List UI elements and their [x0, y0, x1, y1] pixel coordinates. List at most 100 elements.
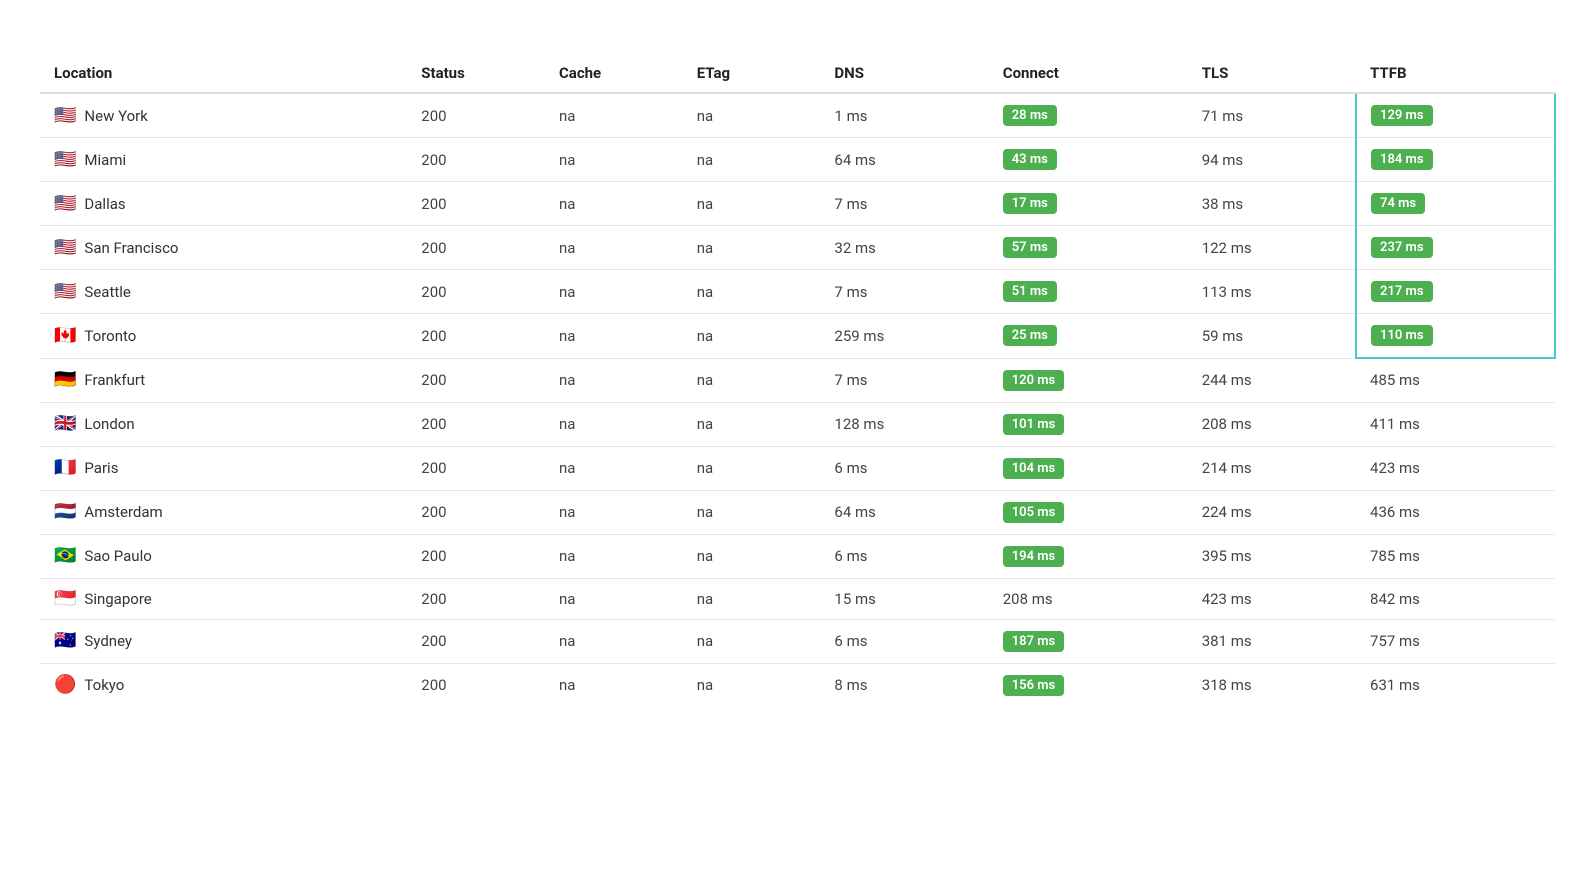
cache-cell: na [545, 182, 683, 226]
location-cell: 🇳🇱Amsterdam [40, 490, 407, 534]
dns-cell: 6 ms [820, 534, 988, 578]
tls-cell: 71 ms [1188, 93, 1356, 138]
connect-cell: 208 ms [989, 578, 1188, 619]
ttfb-cell: 184 ms [1356, 138, 1555, 182]
table-row: 🇺🇸Dallas200nana7 ms17 ms38 ms74 ms [40, 182, 1555, 226]
etag-cell: na [683, 663, 821, 707]
connect-badge: 43 ms [1003, 149, 1057, 170]
location-cell: 🇺🇸Seattle [40, 270, 407, 314]
etag-cell: na [683, 270, 821, 314]
ttfb-cell: 129 ms [1356, 93, 1555, 138]
ttfb-badge: 129 ms [1371, 105, 1433, 126]
status-cell: 200 [407, 619, 545, 663]
flag-icon: 🇨🇦 [54, 327, 76, 345]
column-header-cache: Cache [545, 54, 683, 93]
etag-cell: na [683, 226, 821, 270]
status-cell: 200 [407, 490, 545, 534]
connect-cell: 51 ms [989, 270, 1188, 314]
dns-cell: 7 ms [820, 270, 988, 314]
location-cell: 🇺🇸New York [40, 93, 407, 138]
location-name: Sydney [84, 632, 132, 650]
tls-cell: 208 ms [1188, 402, 1356, 446]
ttfb-badge: 237 ms [1371, 237, 1433, 258]
flag-icon: 🇫🇷 [54, 459, 76, 477]
ttfb-cell: 757 ms [1356, 619, 1555, 663]
connect-cell: 17 ms [989, 182, 1188, 226]
etag-cell: na [683, 490, 821, 534]
tls-cell: 395 ms [1188, 534, 1356, 578]
ttfb-cell: 485 ms [1356, 358, 1555, 402]
dns-cell: 6 ms [820, 619, 988, 663]
flag-icon: 🇩🇪 [54, 371, 76, 389]
flag-icon: 🇳🇱 [54, 503, 76, 521]
connect-badge: 101 ms [1003, 414, 1065, 435]
connect-badge: 57 ms [1003, 237, 1057, 258]
status-cell: 200 [407, 663, 545, 707]
ttfb-cell: 411 ms [1356, 402, 1555, 446]
location-name: Sao Paulo [84, 547, 151, 565]
table-row: 🇺🇸New York200nana1 ms28 ms71 ms129 ms [40, 93, 1555, 138]
location-name: Toronto [84, 327, 136, 345]
tls-cell: 94 ms [1188, 138, 1356, 182]
status-cell: 200 [407, 358, 545, 402]
location-name: Frankfurt [84, 371, 145, 389]
dns-cell: 128 ms [820, 402, 988, 446]
cache-cell: na [545, 358, 683, 402]
dns-cell: 6 ms [820, 446, 988, 490]
connect-cell: 105 ms [989, 490, 1188, 534]
table-header-row: LocationStatusCacheETagDNSConnectTLSTTFB [40, 54, 1555, 93]
dns-cell: 259 ms [820, 314, 988, 359]
cache-cell: na [545, 226, 683, 270]
tls-cell: 59 ms [1188, 314, 1356, 359]
dns-cell: 7 ms [820, 358, 988, 402]
ttfb-cell: 74 ms [1356, 182, 1555, 226]
flag-icon: 🇺🇸 [54, 107, 76, 125]
cache-cell: na [545, 663, 683, 707]
column-header-tls: TLS [1188, 54, 1356, 93]
etag-cell: na [683, 619, 821, 663]
location-cell: 🇫🇷Paris [40, 446, 407, 490]
location-name: San Francisco [84, 239, 178, 257]
location-cell: 🇦🇺 Sydney [40, 619, 407, 663]
table-row: 🇺🇸San Francisco200nana32 ms57 ms122 ms23… [40, 226, 1555, 270]
connect-cell: 187 ms [989, 619, 1188, 663]
location-cell: 🇨🇦 Toronto [40, 314, 407, 359]
connect-badge: 51 ms [1003, 281, 1057, 302]
tls-cell: 122 ms [1188, 226, 1356, 270]
ttfb-badge: 184 ms [1371, 149, 1433, 170]
flag-icon: 🇺🇸 [54, 239, 76, 257]
dns-cell: 7 ms [820, 182, 988, 226]
connect-cell: 194 ms [989, 534, 1188, 578]
dns-cell: 8 ms [820, 663, 988, 707]
etag-cell: na [683, 138, 821, 182]
flag-icon: 🇦🇺 [54, 632, 76, 650]
location-cell: 🇩🇪 Frankfurt [40, 358, 407, 402]
ttfb-cell: 423 ms [1356, 446, 1555, 490]
dns-cell: 1 ms [820, 93, 988, 138]
location-name: Miami [84, 151, 126, 169]
ttfb-cell: 110 ms [1356, 314, 1555, 359]
table-row: 🇫🇷Paris200nana6 ms104 ms214 ms423 ms [40, 446, 1555, 490]
table-row: 🇩🇪Frankfurt200nana7 ms120 ms244 ms485 ms [40, 358, 1555, 402]
table-row: 🇨🇦Toronto200nana259 ms25 ms59 ms110 ms [40, 314, 1555, 359]
cache-cell: na [545, 270, 683, 314]
etag-cell: na [683, 93, 821, 138]
status-cell: 200 [407, 138, 545, 182]
table-row: 🇦🇺Sydney200nana6 ms187 ms381 ms757 ms [40, 619, 1555, 663]
tls-cell: 318 ms [1188, 663, 1356, 707]
dns-cell: 64 ms [820, 138, 988, 182]
cache-cell: na [545, 446, 683, 490]
status-cell: 200 [407, 402, 545, 446]
status-cell: 200 [407, 226, 545, 270]
column-header-connect: Connect [989, 54, 1188, 93]
connect-badge: 187 ms [1003, 631, 1065, 652]
ttfb-cell: 237 ms [1356, 226, 1555, 270]
tls-cell: 214 ms [1188, 446, 1356, 490]
table-row: 🇧🇷Sao Paulo200nana6 ms194 ms395 ms785 ms [40, 534, 1555, 578]
ttfb-badge: 110 ms [1371, 325, 1433, 346]
location-name: Singapore [84, 590, 151, 608]
location-name: Seattle [84, 283, 130, 301]
location-name: Dallas [84, 195, 125, 213]
tls-cell: 224 ms [1188, 490, 1356, 534]
column-header-dns: DNS [820, 54, 988, 93]
